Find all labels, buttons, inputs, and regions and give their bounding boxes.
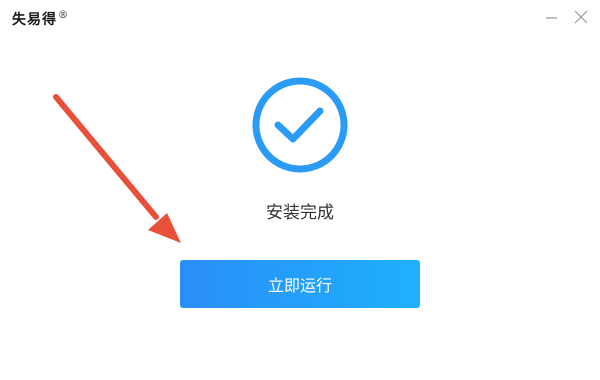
minimize-button[interactable] (542, 7, 562, 27)
close-button[interactable] (571, 7, 591, 27)
registered-mark: ® (58, 10, 69, 22)
red-arrow-icon (53, 94, 181, 243)
run-now-button[interactable]: 立即运行 (180, 260, 420, 308)
checkmark-circle-icon (252, 77, 348, 173)
minimize-icon (546, 17, 557, 19)
run-now-label: 立即运行 (267, 276, 332, 295)
installer-window: 失易得® 安装完成 立即运行 (0, 0, 600, 380)
install-complete-text: 安装完成 (266, 203, 334, 223)
app-name: 失易得 (12, 12, 57, 28)
close-icon (574, 10, 588, 24)
app-title: 失易得® (12, 9, 69, 29)
success-status (251, 76, 349, 178)
